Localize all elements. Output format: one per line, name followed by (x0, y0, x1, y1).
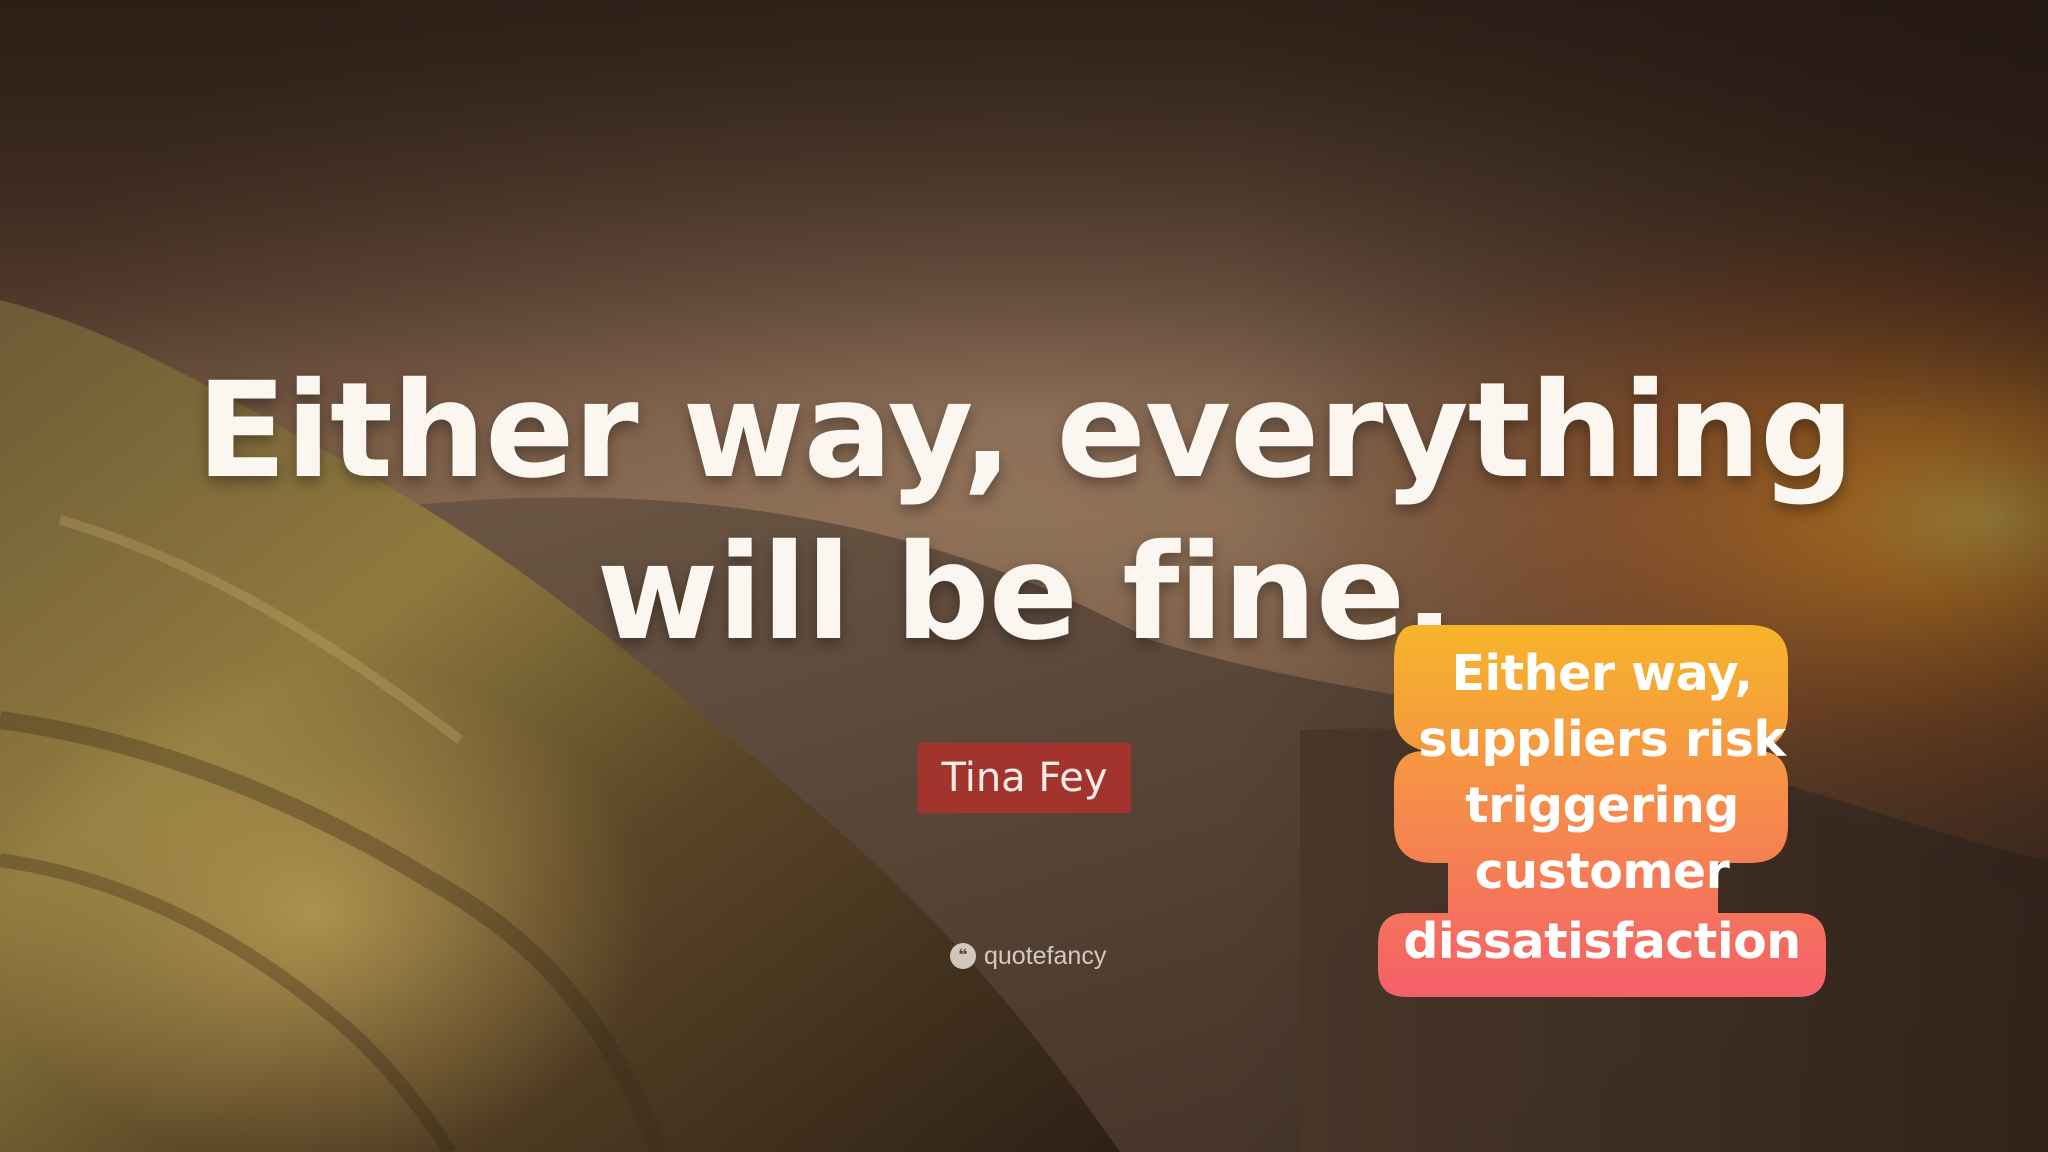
quote-marks-icon: ❝ (950, 943, 976, 969)
sticker-line-4: customer (1474, 843, 1730, 900)
author-badge: Tina Fey (918, 743, 1131, 813)
quote-image: Either way, everything will be fine. Tin… (0, 0, 2048, 1152)
sticker-line-5: dissatisfaction (1403, 913, 1801, 970)
quote-line-1: Either way, everything (196, 354, 1855, 508)
quotefancy-watermark: ❝ quotefancy (950, 940, 1106, 972)
sticker-line-3: triggering (1465, 777, 1739, 834)
sticker-line-1: Either way, (1451, 645, 1753, 702)
sticker-line-2: suppliers risk (1418, 711, 1786, 768)
watermark-text: quotefancy (984, 941, 1107, 970)
caption-sticker: Either way, suppliers risk triggering cu… (1378, 625, 1826, 997)
